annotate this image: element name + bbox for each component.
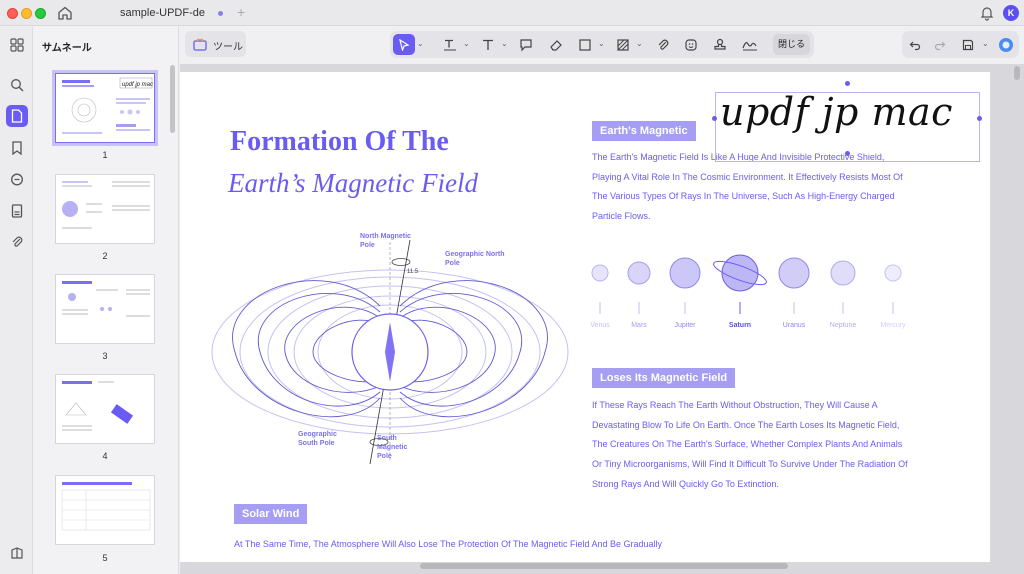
- page-title-line-2: Earth’s Magnetic Field: [228, 168, 478, 198]
- bell-icon[interactable]: [979, 5, 995, 21]
- zoom-window-button[interactable]: [35, 8, 46, 19]
- horizontal-scrollbar[interactable]: [420, 563, 788, 569]
- attach-tool-icon[interactable]: [652, 34, 674, 55]
- south-magnetic-pole-label: South Magnetic Pole: [377, 435, 408, 460]
- grid-icon[interactable]: [6, 34, 28, 56]
- ai-assistant-icon[interactable]: [995, 34, 1017, 55]
- planet-label-mercury: Mercury: [880, 322, 906, 329]
- resize-handle-left[interactable]: [712, 116, 717, 121]
- vertical-scrollbar[interactable]: [1014, 66, 1020, 80]
- thumbnail-scrollbar[interactable]: [170, 65, 175, 133]
- app-window: sample-UPDF-de + K サムネール updf jp mac 1 2…: [0, 0, 1024, 574]
- select-tool-icon[interactable]: [393, 34, 415, 55]
- title-bar: sample-UPDF-de + K: [0, 0, 1024, 26]
- geographic-south-pole-label: Geographic South Pole: [298, 431, 337, 447]
- add-tab-button[interactable]: +: [237, 4, 245, 20]
- thumbnail-page-3[interactable]: [55, 274, 155, 344]
- planet-label-saturn: Saturn: [728, 322, 752, 329]
- toolbox-icon: [193, 38, 207, 51]
- thumbnail-page-number: 3: [102, 351, 108, 361]
- eraser-tool-icon[interactable]: [545, 34, 567, 55]
- chevron-down-icon[interactable]: ⌄: [982, 39, 989, 48]
- axis-angle-label: 11.5: [407, 269, 419, 275]
- section-solar-wind-text: At The Same Time, The Atmosphere Will Al…: [234, 539, 663, 549]
- page-title-line-1: Formation Of The: [230, 126, 449, 157]
- left-rail: [0, 27, 33, 574]
- north-magnetic-pole-label: North Magnetic Pole: [360, 233, 411, 249]
- signature-tool-icon[interactable]: [739, 34, 761, 55]
- document-tab-label: sample-UPDF-de: [120, 7, 205, 19]
- bookmark-icon[interactable]: [6, 137, 28, 159]
- planet-label-jupiter: Jupiter: [674, 322, 696, 329]
- thumbnail-page-number: 4: [102, 451, 108, 461]
- resize-handle-right[interactable]: [977, 116, 982, 121]
- planet-label-neptune: Neptune: [829, 322, 857, 329]
- form-icon[interactable]: [6, 200, 28, 222]
- thumbnail-panel: サムネール updf jp mac 1 2 3 4 5: [33, 27, 179, 574]
- chevron-down-icon[interactable]: ⌄: [598, 39, 605, 48]
- rectangle-tool-icon[interactable]: [574, 34, 596, 55]
- section-solar-wind-title: Solar Wind: [234, 504, 308, 524]
- layers-icon[interactable]: [6, 542, 28, 564]
- home-icon[interactable]: [57, 5, 73, 21]
- undo-icon[interactable]: [904, 34, 926, 55]
- pdf-page[interactable]: Formation Of The Earth’s Magnetic Field: [180, 72, 990, 562]
- close-window-button[interactable]: [7, 8, 18, 19]
- section-earths-magnetic-title: Earth's Magnetic: [592, 121, 696, 141]
- stamp-tool-icon[interactable]: [709, 34, 731, 55]
- search-icon[interactable]: [6, 74, 28, 96]
- thumbnail-page-5[interactable]: [55, 475, 155, 545]
- pattern-tool-icon[interactable]: [612, 34, 634, 55]
- document-canvas[interactable]: Formation Of The Earth’s Magnetic Field: [180, 64, 1024, 574]
- geographic-north-pole-label: Geographic North Pole: [445, 251, 505, 267]
- chevron-down-icon[interactable]: ⌄: [636, 39, 643, 48]
- page-icon[interactable]: [6, 105, 28, 127]
- chevron-down-icon[interactable]: ⌄: [501, 39, 508, 48]
- planet-label-mars: Mars: [631, 322, 647, 329]
- planet-label-uranus: Uranus: [782, 322, 806, 329]
- sticker-tool-icon[interactable]: [680, 34, 702, 55]
- tools-button[interactable]: ツール: [185, 31, 246, 57]
- comment-tool-icon[interactable]: [515, 34, 537, 55]
- thumbnail-page-number: 2: [102, 251, 108, 261]
- thumbnail-panel-title: サムネール: [42, 43, 92, 54]
- resize-handle-top[interactable]: [845, 81, 850, 86]
- thumbnail-page-1[interactable]: updf jp mac: [52, 70, 158, 146]
- section-loses-field-text: If These Rays Reach The Earth Without Ob…: [592, 400, 908, 489]
- signature-annotation[interactable]: updf jp mac: [720, 90, 953, 134]
- toolbar: ツール ⌄ ⌄ ⌄ ⌄ ⌄ 閉じる ⌄: [180, 27, 1024, 64]
- svg-text:updf jp mac: updf jp mac: [122, 82, 153, 88]
- avatar[interactable]: K: [1003, 5, 1019, 21]
- chevron-down-icon[interactable]: ⌄: [463, 39, 470, 48]
- text-tool-icon[interactable]: [477, 34, 499, 55]
- planets-diagram: [591, 254, 902, 314]
- unsaved-dot: [218, 11, 223, 16]
- annotation-tools: ⌄ ⌄ ⌄ ⌄ ⌄ 閉じる: [390, 31, 814, 58]
- history-tools: ⌄: [902, 31, 1019, 58]
- thumbnail-page-4[interactable]: [55, 374, 155, 444]
- redo-icon[interactable]: [929, 34, 951, 55]
- thumbnail-page-2[interactable]: [55, 174, 155, 244]
- tools-label: ツール: [213, 42, 243, 53]
- save-icon[interactable]: [957, 34, 979, 55]
- thumbnail-page-number: 1: [102, 150, 108, 160]
- attachment-icon[interactable]: [6, 231, 28, 253]
- section-loses-field-title: Loses Its Magnetic Field: [592, 368, 736, 388]
- close-tools-button[interactable]: 閉じる: [773, 34, 810, 55]
- chevron-down-icon[interactable]: ⌄: [417, 39, 424, 48]
- resize-handle-bottom[interactable]: [845, 151, 850, 156]
- minimize-window-button[interactable]: [21, 8, 32, 19]
- thumbnail-page-number: 5: [102, 553, 108, 563]
- comment-icon[interactable]: [6, 169, 28, 191]
- text-underline-tool-icon[interactable]: [439, 34, 461, 55]
- document-tab[interactable]: sample-UPDF-de: [88, 0, 250, 26]
